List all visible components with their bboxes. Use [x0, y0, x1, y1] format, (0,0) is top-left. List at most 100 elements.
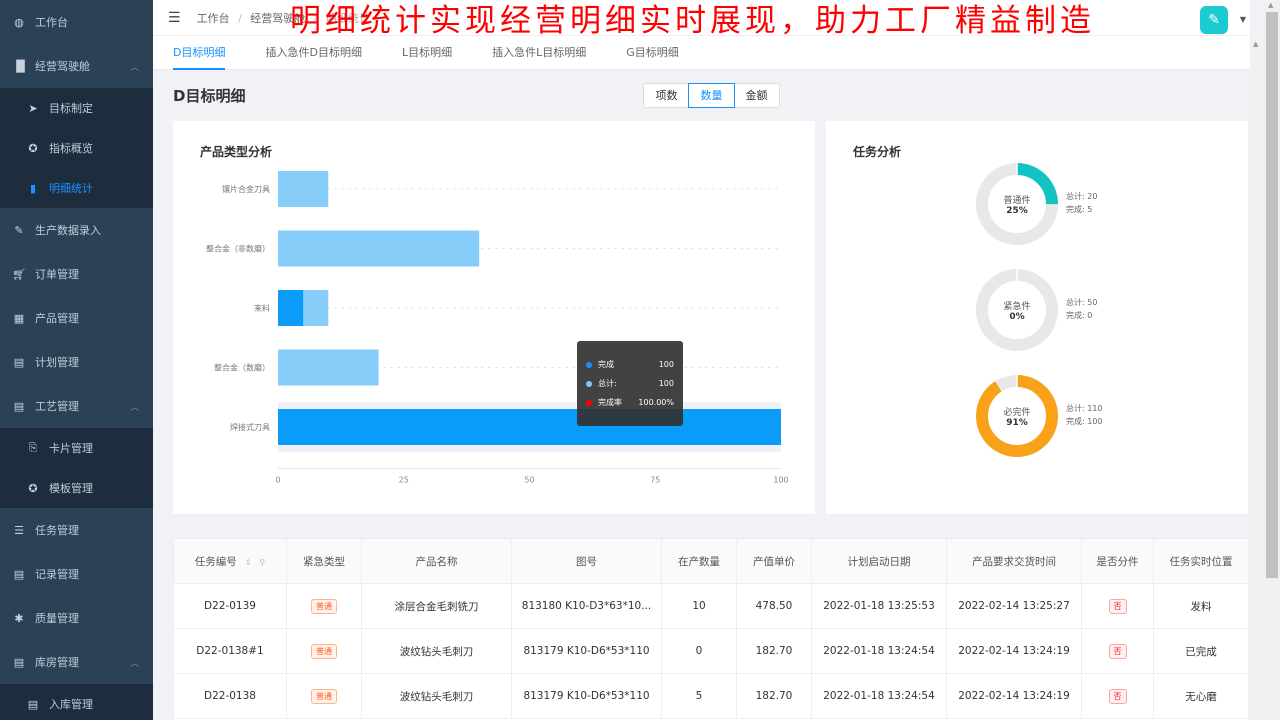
- tab-urgent-l-target-detail[interactable]: 插入急件L目标明细: [472, 36, 606, 69]
- top-bar: ☰ 工作台 / 经营驾驶舱 / 明细统计 ✎ ▼: [153, 0, 1250, 36]
- sort-icon[interactable]: ⇕: [245, 558, 252, 567]
- donut-urgent[interactable]: 紧急件 0%: [972, 265, 1062, 355]
- column-header-wip-qty: 在产数量: [661, 538, 737, 584]
- column-header-location: 任务实时位置: [1153, 538, 1249, 584]
- sidebar-item-process[interactable]: ▤ 工艺管理 ︿: [0, 384, 153, 428]
- breadcrumb-item-current: 明细统计: [326, 11, 370, 25]
- scroll-up-icon[interactable]: ▲: [1253, 40, 1258, 48]
- segment-item-count[interactable]: 项数: [644, 84, 689, 107]
- legend-dot-icon: [586, 361, 592, 368]
- tab-g-target-detail[interactable]: G目标明细: [606, 36, 699, 69]
- submenu-process: ⎘ 卡片管理 ✪ 模板管理: [0, 428, 153, 508]
- task-table: 任务编号 ⇕ ⚲ 紧急类型 产品名称 图号 在产数量 产值单价 计划启动日期 产品要…: [173, 538, 1249, 720]
- document-icon: ▤: [13, 399, 25, 413]
- sidebar-item-quality[interactable]: ✱ 质量管理: [0, 596, 153, 640]
- sidebar-item-records[interactable]: ▤ 记录管理: [0, 552, 153, 596]
- table-cell: 2022-01-18 13:24:54: [811, 628, 947, 674]
- table-cell: 182.70: [736, 628, 812, 674]
- sidebar-item-label: 质量管理: [35, 612, 79, 625]
- sidebar-item-inbound[interactable]: ▤ 入库管理: [0, 684, 153, 720]
- sidebar: ◍ 工作台 ▐▌ 经营驾驶舱 ︿ ➤ 目标制定 ✪ 指标概览 ▮ 明细统计 ✎ 生产数据录入 …: [0, 0, 153, 720]
- category-label: 镶片合金刀具: [222, 184, 270, 194]
- table-cell: 2022-01-18 13:24:54: [811, 673, 947, 719]
- paper-plane-icon: ➤: [28, 101, 38, 115]
- tooltip-label: 总计:: [598, 379, 617, 388]
- edit-icon: ✎: [14, 223, 24, 237]
- donut-percent: 0%: [1009, 311, 1025, 322]
- table-row[interactable]: D22-0139 普通 涂层合金毛刺铣刀 813180 K10-D3*63*10...…: [173, 583, 1249, 629]
- sidebar-item-plans[interactable]: ▤ 计划管理: [0, 340, 153, 384]
- sidebar-item-indicator-overview[interactable]: ✪ 指标概览: [0, 128, 153, 168]
- bar-total: [278, 349, 379, 386]
- tooltip-value: 100: [658, 379, 674, 388]
- user-avatar[interactable]: ✎: [1200, 6, 1228, 34]
- table-cell: D22-0138: [173, 673, 287, 719]
- x-tick-label: 100: [773, 476, 788, 485]
- tooltip-row-rate: 完成率 100.00%: [586, 393, 674, 412]
- scrollbar-thumb[interactable]: [1266, 12, 1278, 578]
- sidebar-item-tasks[interactable]: ☰ 任务管理: [0, 508, 153, 552]
- sidebar-item-label: 产品管理: [35, 312, 79, 325]
- category-label: 焊接式刀具: [230, 422, 270, 432]
- submenu-warehouse: ▤ 入库管理: [0, 684, 153, 720]
- column-header-task-no[interactable]: 任务编号 ⇕ ⚲: [173, 538, 287, 584]
- tooltip-value: 100: [658, 360, 674, 369]
- scroll-up-icon[interactable]: ▲: [1268, 1, 1273, 9]
- sidebar-item-label: 入库管理: [49, 698, 93, 711]
- tab-l-target-detail[interactable]: L目标明细: [382, 36, 472, 69]
- sidebar-item-warehouse[interactable]: ▤ 库房管理 ︿: [0, 640, 153, 684]
- sidebar-item-label: 任务管理: [35, 524, 79, 537]
- task-analysis-card: 任务分析 普通件 25% 总计: 20 完成: 5 紧急件 0% 总计: 50 完成: …: [826, 121, 1248, 514]
- chevron-up-icon: ︿: [129, 658, 139, 669]
- menu-toggle-icon[interactable]: ☰: [168, 10, 181, 26]
- sidebar-item-goal-setting[interactable]: ➤ 目标制定: [0, 88, 153, 128]
- donut-done: 完成: 5: [1066, 205, 1093, 214]
- table-cell: 发料: [1153, 583, 1249, 629]
- dashboard-icon: ◍: [14, 15, 24, 29]
- table-cell: 波纹钻头毛刺刀: [361, 628, 512, 674]
- cart-icon: 🛒︎: [12, 267, 26, 281]
- breadcrumb-separator: /: [313, 11, 318, 25]
- breadcrumb-item[interactable]: 工作台: [197, 12, 230, 25]
- column-header-urgency: 紧急类型: [286, 538, 362, 584]
- breadcrumb: 工作台 / 经营驾驶舱 / 明细统计: [197, 10, 375, 26]
- circle-icon: ✪: [28, 481, 38, 495]
- donut-mandatory[interactable]: 必完件 91%: [972, 371, 1062, 461]
- sidebar-item-card-management[interactable]: ⎘ 卡片管理: [0, 428, 153, 468]
- table-cell: 普通: [286, 673, 362, 719]
- donut-label: 普通件: [1003, 195, 1031, 206]
- content-scrollbar[interactable]: ▲: [1250, 36, 1264, 720]
- category-label: 整合金（非数磨）: [206, 244, 270, 254]
- sidebar-item-workbench[interactable]: ◍ 工作台: [0, 0, 153, 44]
- donut-label: 必完件: [1003, 407, 1031, 418]
- tab-urgent-d-target-detail[interactable]: 插入急件D目标明细: [245, 36, 381, 69]
- tab-d-target-detail[interactable]: D目标明细: [153, 36, 245, 70]
- sidebar-item-template-management[interactable]: ✪ 模板管理: [0, 468, 153, 508]
- segment-quantity[interactable]: 数量: [688, 83, 735, 108]
- donut-center: 紧急件 0%: [972, 265, 1062, 355]
- table-row[interactable]: D22-0138#1 普通 波纹钻头毛刺刀 813179 K10-D6*53*110 0…: [173, 628, 1249, 674]
- search-icon[interactable]: ⚲: [259, 558, 265, 567]
- task-table-grid: 任务编号 ⇕ ⚲ 紧急类型 产品名称 图号 在产数量 产值单价 计划启动日期 产品要…: [173, 538, 1249, 719]
- page-scrollbar[interactable]: ▲: [1264, 0, 1280, 720]
- product-type-bar-chart: 镶片合金刀具整合金（非数磨） 来料整合金（数磨） 焊接式刀具 0 25 50 75 100: [206, 171, 789, 485]
- sidebar-item-cockpit[interactable]: ▐▌ 经营驾驶舱 ︿: [0, 44, 153, 88]
- breadcrumb-item[interactable]: 经营驾驶舱: [250, 12, 305, 25]
- urgency-badge: 普通: [311, 643, 337, 659]
- column-header-product-name: 产品名称: [361, 538, 512, 584]
- caret-down-icon[interactable]: ▼: [1240, 15, 1246, 24]
- sidebar-item-detail-stats[interactable]: ▮ 明细统计: [0, 168, 153, 208]
- breadcrumb-separator: /: [238, 11, 242, 25]
- task-analysis-title: 任务分析: [853, 145, 902, 159]
- donut-normal[interactable]: 普通件 25%: [972, 159, 1062, 249]
- segment-amount[interactable]: 金额: [734, 84, 779, 107]
- book-icon: ▮: [29, 181, 37, 195]
- table-row[interactable]: D22-0138 普通 波纹钻头毛刺刀 813179 K10-D6*53*110 5 18…: [173, 673, 1249, 719]
- donut-center: 普通件 25%: [972, 159, 1062, 249]
- sidebar-item-production-entry[interactable]: ✎ 生产数据录入: [0, 208, 153, 252]
- sidebar-item-orders[interactable]: 🛒︎ 订单管理: [0, 252, 153, 296]
- table-cell: 否: [1081, 673, 1154, 719]
- circle-icon: ✪: [28, 141, 38, 155]
- card-icon: ⎘: [28, 441, 38, 454]
- sidebar-item-products[interactable]: ▦ 产品管理: [0, 296, 153, 340]
